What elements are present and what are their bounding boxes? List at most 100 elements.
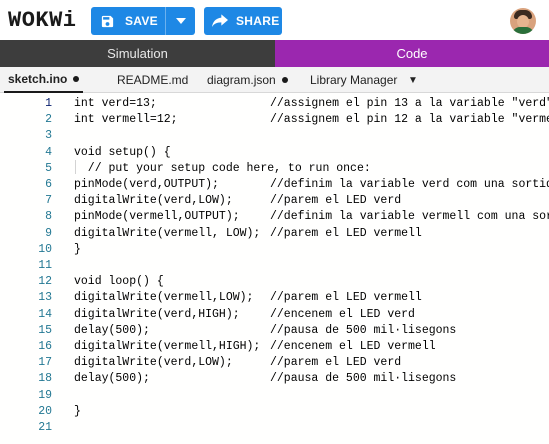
code-line[interactable]: 9 digitalWrite(vermell, LOW); //parem el L…: [0, 226, 549, 242]
code-editor[interactable]: 1 int verd=13; //assignem el pin 13 a la v…: [0, 93, 549, 444]
share-label: SHARE: [236, 14, 280, 28]
code-comment: //encenem el LED verd: [270, 307, 415, 321]
code-line[interactable]: 17 digitalWrite(verd,LOW); //parem el LED …: [0, 355, 549, 371]
line-number: 18: [38, 372, 52, 386]
code-line[interactable]: 4 void setup() {: [0, 145, 549, 161]
avatar-shirt: [512, 27, 534, 34]
code-text: digitalWrite(verd,LOW);: [74, 194, 233, 208]
line-number: 11: [38, 259, 52, 272]
avatar[interactable]: [510, 8, 536, 34]
code-text: pinMode(verd,OUTPUT);: [74, 178, 219, 191]
top-bar: WOKWi SAVE SHARE: [0, 0, 549, 40]
code-line[interactable]: 18 delay(500); //pausa de 500 mil·lisegons: [0, 371, 549, 387]
more-tabs-chevron-icon[interactable]: ▼: [408, 67, 418, 93]
code-line[interactable]: 16 digitalWrite(vermell,HIGH); //encenem e…: [0, 339, 549, 355]
file-tab-readme[interactable]: README.md: [117, 67, 188, 93]
line-number: 14: [38, 307, 52, 321]
code-comment: //assignem el pin 12 a la variable "verm…: [270, 113, 549, 127]
file-tab-library-manager[interactable]: Library Manager: [310, 67, 397, 93]
line-number: 16: [38, 340, 52, 353]
line-number: 21: [38, 421, 52, 434]
code-line[interactable]: 19: [0, 388, 549, 404]
code-line[interactable]: 15 delay(500); //pausa de 500 mil·lisegons: [0, 323, 549, 339]
save-options-button[interactable]: [166, 7, 195, 35]
code-text: digitalWrite(vermell, LOW);: [74, 226, 261, 240]
code-line[interactable]: 5 // put your setup code here, to run on…: [0, 161, 549, 177]
code-comment: //parem el LED verd: [270, 356, 402, 370]
code-line[interactable]: 7 digitalWrite(verd,LOW); //parem el LED v…: [0, 193, 549, 209]
line-number: 12: [38, 275, 52, 289]
code-comment: //encenem el LED vermell: [270, 340, 436, 353]
floppy-disk-icon: [100, 14, 115, 29]
save-label: SAVE: [125, 14, 158, 28]
code-line[interactable]: 14 digitalWrite(verd,HIGH); //encenem el L…: [0, 307, 549, 323]
line-number: 3: [45, 129, 52, 143]
file-tabs: sketch.ino README.md diagram.json Librar…: [0, 67, 549, 93]
code-comment: //parem el LED vermell: [270, 291, 422, 305]
line-number: 13: [38, 291, 52, 305]
code-text: delay(500);: [74, 323, 150, 337]
code-text: void loop() {: [74, 275, 164, 289]
tab-simulation[interactable]: Simulation: [0, 40, 275, 67]
code-line[interactable]: 11: [0, 258, 549, 274]
code-line[interactable]: 10}: [0, 242, 549, 258]
line-number: 19: [38, 388, 52, 402]
line-number: 8: [45, 210, 52, 224]
file-tab-label: README.md: [117, 73, 189, 87]
code-comment: //assignem el pin 13 a la variable "verd…: [270, 97, 549, 110]
code-line[interactable]: 3: [0, 128, 549, 144]
code-comment: //parem el LED verd: [270, 194, 402, 208]
line-number: 5: [45, 161, 52, 175]
line-number: 6: [45, 178, 52, 191]
code-line[interactable]: 1 int verd=13; //assignem el pin 13 a la v…: [0, 96, 549, 112]
code-line[interactable]: 6 pinMode(verd,OUTPUT); //definim la varia…: [0, 177, 549, 193]
chevron-down-icon: [175, 18, 186, 24]
file-tab-diagram[interactable]: diagram.json: [207, 67, 288, 93]
code-line[interactable]: 2 int vermell=12; //assignem el pin 12 a l…: [0, 112, 549, 128]
code-text: digitalWrite(vermell,HIGH);: [74, 340, 261, 353]
code-line[interactable]: 12 void loop() {: [0, 274, 549, 290]
code-text: }: [74, 242, 81, 256]
file-tab-sketch[interactable]: sketch.ino: [4, 67, 84, 93]
share-button[interactable]: SHARE: [204, 7, 282, 35]
share-arrow-icon: [212, 14, 228, 28]
code-line[interactable]: 20}: [0, 404, 549, 420]
code-comment: //pausa de 500 mil·lisegons: [270, 372, 457, 386]
code-text: int verd=13;: [74, 97, 157, 110]
file-tab-label: Library Manager: [310, 73, 398, 87]
code-comment: //pausa de 500 mil·lisegons: [270, 323, 457, 337]
file-tab-label: diagram.json: [207, 73, 276, 87]
code-text: pinMode(vermell,OUTPUT);: [74, 210, 240, 224]
line-number: 7: [45, 194, 52, 208]
mode-tabs: Simulation Code: [0, 40, 549, 67]
line-number: 1: [45, 97, 52, 110]
unsaved-dot-icon: [73, 76, 80, 82]
code-text: delay(500);: [74, 372, 150, 386]
code-text: digitalWrite(verd,LOW);: [74, 356, 233, 370]
code-line[interactable]: 8 pinMode(vermell,OUTPUT); //definim la va…: [0, 209, 549, 225]
line-number: 4: [45, 145, 52, 159]
code-line[interactable]: 13 digitalWrite(vermell,LOW); //parem el L…: [0, 290, 549, 306]
wokwi-logo[interactable]: WOKWi: [8, 8, 77, 33]
code-text: }: [74, 404, 81, 418]
code-comment: //definim la variable verd com una sorti…: [270, 178, 549, 191]
line-number: 2: [45, 113, 52, 127]
file-tab-label: sketch.ino: [8, 72, 68, 86]
code-comment: //parem el LED vermell: [270, 226, 422, 240]
code-text: // put your setup code here, to run once…: [74, 161, 371, 175]
line-number: 9: [45, 226, 52, 240]
code-text: int vermell=12;: [74, 113, 178, 127]
code-text: digitalWrite(verd,HIGH);: [74, 307, 240, 321]
code-text: digitalWrite(vermell,LOW);: [74, 291, 254, 305]
line-number: 20: [38, 404, 52, 418]
save-button-group: SAVE: [91, 7, 195, 35]
line-number: 17: [38, 356, 52, 370]
code-comment: //definim la variable vermell com una so…: [270, 210, 549, 224]
code-line[interactable]: 21: [0, 420, 549, 436]
save-button[interactable]: SAVE: [91, 7, 165, 35]
line-number: 10: [38, 242, 52, 256]
code-text: void setup() {: [74, 145, 171, 159]
tab-code[interactable]: Code: [275, 40, 549, 67]
line-number: 15: [38, 323, 52, 337]
unsaved-dot-icon: [281, 77, 288, 83]
